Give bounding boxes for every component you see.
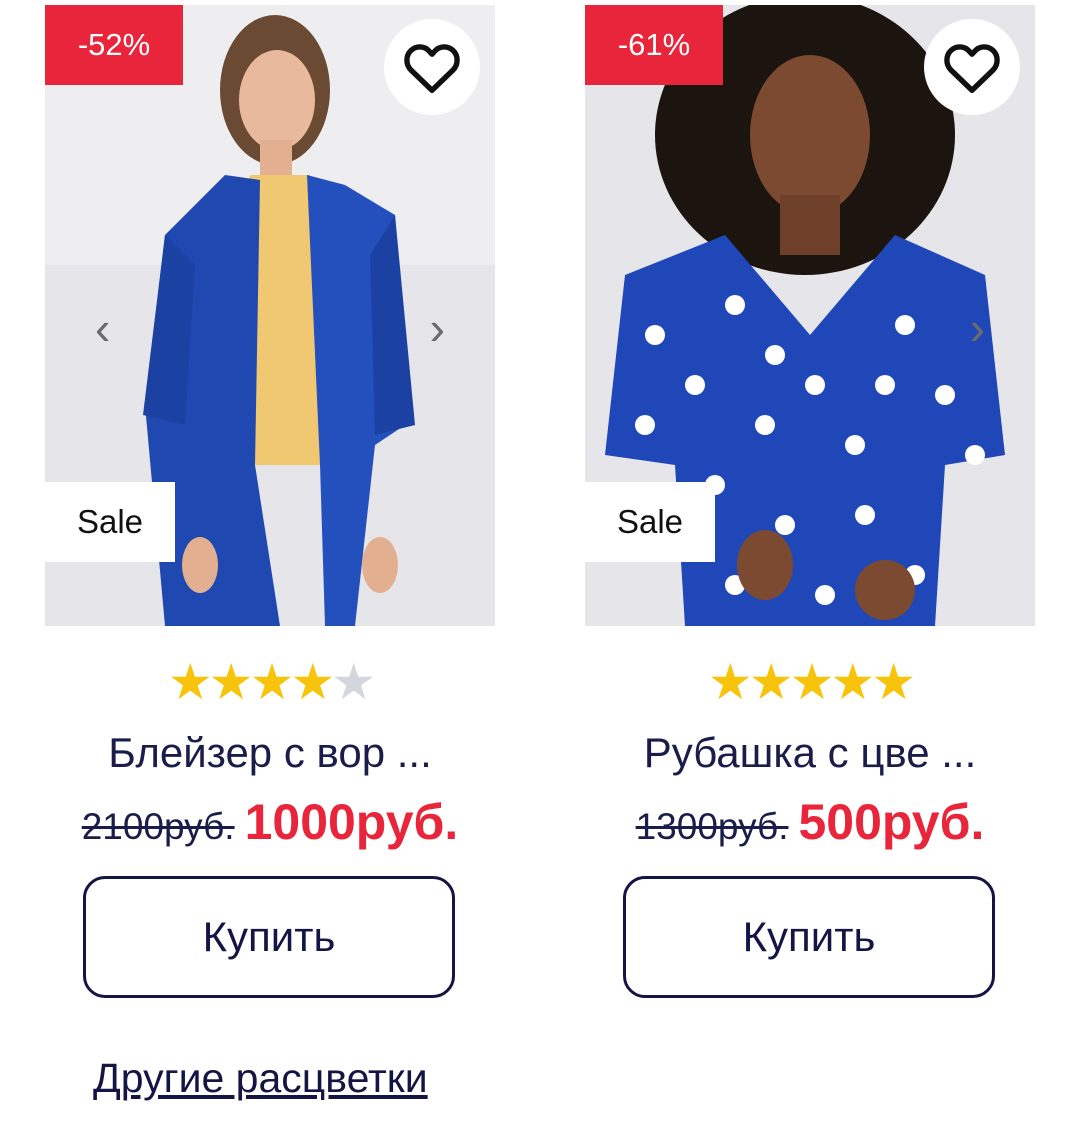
wishlist-button[interactable]: [924, 19, 1020, 115]
product-title[interactable]: Блейзер с вор ...: [45, 729, 495, 777]
sale-price: 500руб.: [798, 794, 985, 850]
star-icon: ★: [871, 654, 916, 710]
discount-badge: -61%: [585, 5, 723, 85]
star-icon: ★: [748, 654, 794, 710]
price-row: 2100руб. 1000руб.: [45, 793, 495, 851]
chevron-right-icon[interactable]: ›: [970, 305, 985, 351]
old-price: 1300руб.: [635, 806, 789, 847]
old-price: 2100руб.: [81, 806, 235, 847]
star-icon: ★: [707, 654, 753, 710]
rating-stars: ★★★★★: [585, 657, 1035, 707]
chevron-right-icon[interactable]: ›: [430, 305, 445, 351]
heart-icon: [944, 44, 1000, 94]
buy-button[interactable]: Купить: [83, 876, 455, 998]
star-icon: ★: [208, 654, 254, 710]
price-row: 1300руб. 500руб.: [585, 793, 1035, 851]
star-icon: ★: [789, 654, 835, 710]
discount-badge: -52%: [45, 5, 183, 85]
star-empty-icon: ★: [331, 654, 376, 710]
product-image[interactable]: -52% ‹ › Sale: [45, 5, 495, 626]
product-title[interactable]: Рубашка с цве ...: [585, 729, 1035, 777]
wishlist-button[interactable]: [384, 19, 480, 115]
chevron-left-icon[interactable]: ‹: [95, 305, 110, 351]
rating-stars: ★★★★★: [45, 657, 495, 707]
star-icon: ★: [290, 654, 335, 710]
sale-label: Sale: [585, 482, 715, 562]
product-card: -61% › Sale ★★★★★ Рубашка с цве ... 1300…: [585, 5, 1035, 1125]
product-image[interactable]: -61% › Sale: [585, 5, 1035, 626]
other-colors-link[interactable]: Другие расцветки: [93, 1055, 428, 1102]
heart-icon: [404, 44, 460, 94]
star-icon: ★: [249, 654, 295, 710]
star-icon: ★: [167, 654, 213, 710]
buy-button[interactable]: Купить: [623, 876, 995, 998]
product-card: -52% ‹ › Sale ★★★★★ Блейзер с вор ... 21…: [45, 5, 495, 1125]
sale-price: 1000руб.: [244, 794, 459, 850]
sale-label: Sale: [45, 482, 175, 562]
star-icon: ★: [830, 654, 875, 710]
